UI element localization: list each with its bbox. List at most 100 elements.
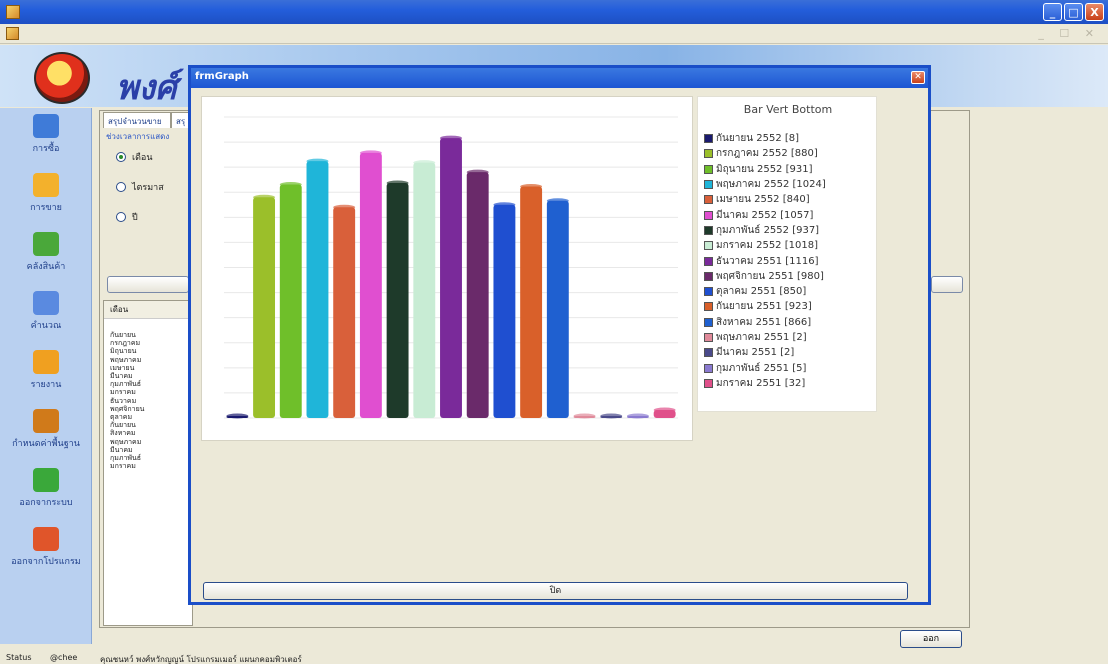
sidebar-item-7[interactable]: ออกจากโปรแกรม (0, 527, 92, 587)
mdi-menubar: _ ☐ ✕ (0, 24, 1108, 44)
legend-label: มกราคม 2551 [32] (716, 377, 806, 389)
legend-label: กรกฎาคม 2552 [880] (716, 148, 818, 160)
minimize-button[interactable]: _ (1043, 3, 1062, 21)
table-row[interactable]: พฤษภาคม (104, 438, 192, 446)
chart-bar-cap (413, 160, 436, 166)
table-row[interactable]: กุมภาพันธ์ (104, 380, 192, 388)
sidebar-item-1[interactable]: การขาย (0, 173, 92, 233)
sidebar-item-2[interactable]: คลังสินค้า (0, 232, 92, 292)
exit-button[interactable]: ออก (900, 630, 962, 648)
table-row[interactable]: มีนาคม (104, 446, 192, 454)
legend-item: มกราคม 2551 [32] (704, 376, 826, 391)
table-row[interactable]: ตุลาคม (104, 413, 192, 421)
legend-swatch (704, 210, 713, 220)
radio-month-indicator[interactable] (116, 152, 126, 162)
legend-item: พฤษภาคม 2552 [1024] (704, 177, 826, 192)
app-logo-text: พงศ์ (116, 68, 177, 108)
legend-swatch (704, 378, 713, 388)
legend-item: มีนาคม 2551 [2] (704, 345, 826, 360)
legend-swatch (704, 241, 713, 251)
app-icon (6, 5, 20, 19)
tab-sales-summary[interactable]: สรุปจำนวนขาย (103, 112, 171, 128)
legend-label: กุมภาพันธ์ 2552 [937] (716, 224, 820, 236)
main-titlebar: _ □ X (0, 0, 1108, 24)
bar-chart (201, 96, 693, 441)
legend-label: มกราคม 2552 [1018] (716, 240, 818, 252)
legend-item: มกราคม 2552 [1018] (704, 238, 826, 253)
chart-bar-cap (520, 183, 543, 189)
month-grid[interactable]: เดือน กันยายน กรกฎาคม มิถุนายน พฤษภาคม เมษาย… (103, 300, 193, 626)
table-row[interactable]: มกราคม (104, 388, 192, 396)
table-row[interactable]: เมษายน (104, 364, 192, 372)
chart-bar (253, 197, 276, 418)
sidebar-icon-4 (33, 350, 59, 374)
sidebar-item-label: คำนวณ (30, 321, 62, 331)
chart-bar-cap (653, 407, 676, 413)
legend-swatch (704, 195, 713, 205)
chart-bar (413, 162, 436, 418)
radio-year-indicator[interactable] (116, 212, 126, 222)
legend-item: ธันวาคม 2551 [1116] (704, 253, 826, 268)
legend-item: พฤศจิกายน 2551 [980] (704, 269, 826, 284)
chart-bar-cap (440, 135, 462, 141)
table-row[interactable]: กุมภาพันธ์ (104, 454, 192, 462)
sidebar-item-label: ออกจากระบบ (19, 498, 73, 508)
chart-bar-cap (573, 413, 596, 419)
chart-bar (546, 200, 569, 418)
table-row[interactable]: พฤษภาคม (104, 356, 192, 364)
radio-quarter[interactable]: ไตรมาส (116, 180, 164, 194)
table-row[interactable]: สิงหาคม (104, 429, 192, 437)
mdi-child-controls[interactable]: _ ☐ ✕ (1038, 27, 1100, 40)
radio-quarter-indicator[interactable] (116, 182, 126, 192)
sidebar-icon-6 (33, 468, 59, 492)
radio-month-label: เดือน (132, 153, 153, 163)
radio-year[interactable]: ปี (116, 210, 138, 224)
sidebar-item-label: รายงาน (30, 380, 62, 390)
legend-label: มิถุนายน 2552 [931] (716, 163, 813, 175)
radio-quarter-label: ไตรมาส (132, 183, 164, 193)
sidebar-item-3[interactable]: คำนวณ (0, 291, 92, 351)
legend-item: มีนาคม 2552 [1057] (704, 207, 826, 222)
table-row[interactable]: กันยายน (104, 331, 192, 339)
chart-bar (306, 161, 329, 418)
table-row[interactable]: กรกฎาคม (104, 339, 192, 347)
chart-bar-cap (333, 204, 356, 210)
table-row[interactable]: กันยายน (104, 421, 192, 429)
sidebar-item-label: ออกจากโปรแกรม (11, 557, 81, 567)
table-row[interactable]: มกราคม (104, 462, 192, 470)
table-row[interactable]: มีนาคม (104, 372, 192, 380)
dialog-close-icon[interactable]: ✕ (911, 71, 925, 84)
sidebar-item-5[interactable]: กำหนดค่าพื้นฐาน (0, 409, 92, 469)
show-button[interactable] (107, 276, 189, 293)
legend-swatch (704, 271, 713, 281)
sidebar-icon-7 (33, 527, 59, 551)
status-label: Status (6, 653, 32, 662)
graph-dialog: frmGraph ✕ Bar Vert Bottom กันยายน 2552 … (188, 65, 931, 605)
sidebar-item-label: การซื้อ (32, 144, 60, 154)
chart-bar (440, 138, 462, 418)
chart-title: Bar Vert Bottom (743, 103, 833, 116)
close-button[interactable]: X (1085, 3, 1104, 21)
dialog-close-button[interactable]: ปิด (203, 582, 908, 600)
chart-bar (520, 186, 543, 418)
legend-label: มีนาคม 2551 [2] (716, 347, 795, 359)
radio-month[interactable]: เดือน (116, 150, 152, 164)
window-controls: _ □ X (1043, 3, 1104, 21)
right-field-button[interactable] (931, 276, 963, 293)
table-row[interactable]: ธันวาคม (104, 397, 192, 405)
table-row[interactable]: มิถุนายน (104, 347, 192, 355)
legend-item: กุมภาพันธ์ 2552 [937] (704, 223, 826, 238)
table-row[interactable]: พฤศจิกายน (104, 405, 192, 413)
sidebar-item-6[interactable]: ออกจากระบบ (0, 468, 92, 528)
chart-bar-cap (359, 150, 382, 156)
legend-label: มีนาคม 2552 [1057] (716, 209, 814, 221)
status-user: @chee (50, 653, 78, 662)
sidebar-item-4[interactable]: รายงาน (0, 350, 92, 410)
chart-bar (493, 204, 516, 418)
sidebar-icon-5 (33, 409, 59, 433)
legend-label: ธันวาคม 2551 [1116] (716, 255, 819, 267)
mdi-child-icon[interactable] (6, 27, 19, 40)
sidebar-item-0[interactable]: การซื้อ (0, 114, 92, 174)
dialog-title: frmGraph (195, 71, 249, 82)
maximize-button[interactable]: □ (1064, 3, 1083, 21)
